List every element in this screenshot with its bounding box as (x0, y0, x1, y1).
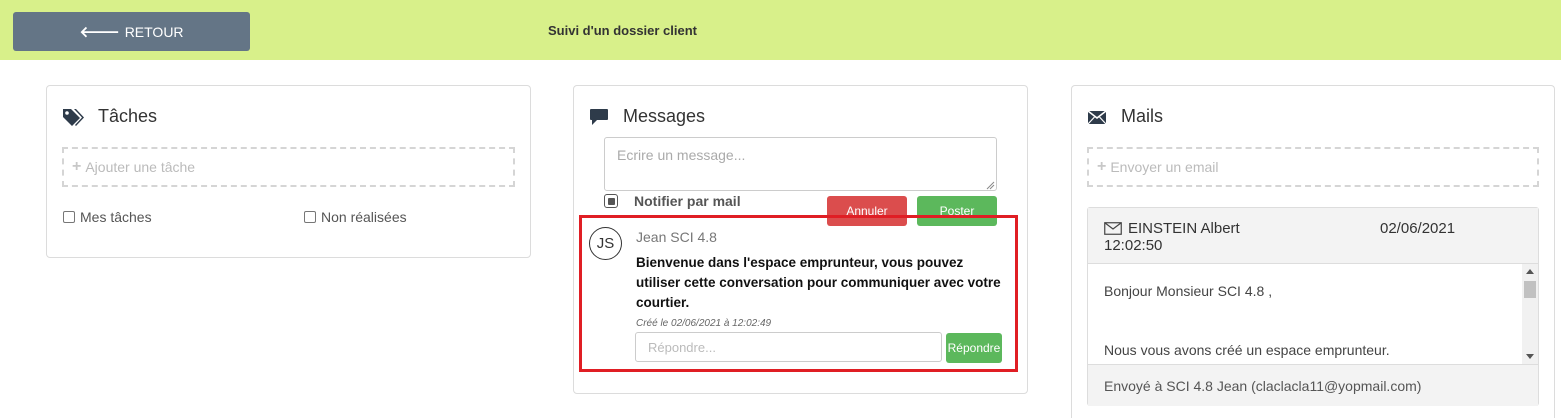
notify-checkbox[interactable] (604, 194, 618, 208)
tags-icon (63, 108, 84, 126)
filter-my-tasks[interactable]: Mes tâches (63, 209, 152, 225)
mail-greeting: Bonjour Monsieur SCI 4.8 , (1104, 283, 1273, 299)
scroll-up-icon[interactable] (1526, 269, 1534, 274)
top-bar: 🡐 RETOUR Suivi d'un dossier client (0, 0, 1561, 60)
filter-not-done[interactable]: Non réalisées (304, 209, 407, 225)
message-timestamp: Créé le 02/06/2021 à 12:02:49 (636, 318, 772, 329)
envelope-outline-icon (1104, 222, 1122, 235)
mails-header: Mails (1087, 106, 1163, 127)
my-tasks-checkbox[interactable] (63, 211, 75, 223)
mail-body: Bonjour Monsieur SCI 4.8 , Nous vous avo… (1088, 264, 1538, 364)
scroll-thumb[interactable] (1524, 281, 1536, 298)
tasks-header: Tâches (62, 106, 157, 127)
mail-scrollbar[interactable] (1522, 264, 1538, 364)
messages-title: Messages (623, 106, 706, 126)
envelope-icon (1087, 109, 1107, 124)
reply-button[interactable]: Répondre (946, 333, 1002, 363)
avatar: JS (589, 227, 622, 260)
plus-icon: + (1097, 158, 1107, 175)
mail-text: Nous vous avons créé un espace emprunteu… (1104, 342, 1390, 358)
messages-header: Messages (589, 106, 705, 127)
mail-time: 12:02:50 (1104, 237, 1163, 254)
send-email-field[interactable]: + Envoyer un email (1087, 147, 1539, 187)
mail-sender: EINSTEIN Albert (1128, 220, 1240, 237)
send-email-placeholder: Envoyer un email (1110, 159, 1219, 175)
reply-input[interactable] (635, 332, 942, 362)
page-title: Suivi d'un dossier client (548, 23, 698, 38)
mails-title: Mails (1121, 106, 1164, 126)
arrow-left-icon: 🡐 (79, 24, 120, 41)
add-task-placeholder: Ajouter une tâche (85, 159, 196, 175)
tasks-title: Tâches (98, 106, 158, 126)
resize-grip-icon[interactable] (985, 180, 995, 190)
notify-by-mail[interactable]: Notifier par mail (604, 193, 741, 209)
mail-recipient: Envoyé à SCI 4.8 Jean (claclacla11@yopma… (1088, 364, 1538, 406)
mail-header[interactable]: EINSTEIN Albert 02/06/2021 12:02:50 (1088, 208, 1538, 264)
not-done-label: Non réalisées (321, 209, 407, 225)
mail-date: 02/06/2021 (1380, 220, 1456, 237)
message-body: Bienvenue dans l'espace emprunteur, vous… (636, 255, 1001, 310)
notify-label: Notifier par mail (634, 193, 741, 209)
plus-icon: + (72, 158, 82, 175)
mail-card: EINSTEIN Albert 02/06/2021 12:02:50 Bonj… (1087, 207, 1539, 406)
scroll-down-icon[interactable] (1526, 354, 1534, 359)
not-done-checkbox[interactable] (304, 211, 316, 223)
mail-sender-line: EINSTEIN Albert (1104, 220, 1240, 237)
message-input[interactable] (604, 137, 997, 191)
message-author: Jean SCI 4.8 (636, 229, 717, 245)
my-tasks-label: Mes tâches (80, 209, 152, 225)
comment-icon (590, 108, 608, 125)
back-button[interactable]: 🡐 RETOUR (13, 12, 250, 51)
add-task-field[interactable]: + Ajouter une tâche (62, 147, 515, 187)
back-button-label: RETOUR (124, 23, 184, 40)
